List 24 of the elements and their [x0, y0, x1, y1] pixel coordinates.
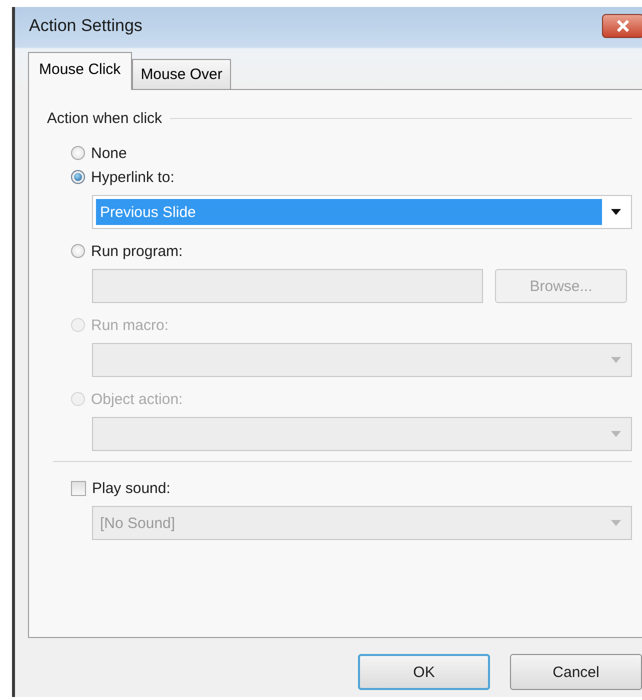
dialog-button[interactable]: Cancel: [510, 654, 642, 690]
radio-button[interactable]: [71, 146, 85, 160]
option-label: Run macro:: [91, 316, 169, 334]
option-label: None: [91, 144, 127, 162]
option-label: Run program:: [91, 242, 183, 260]
group-title: Action when click: [47, 110, 162, 127]
radio-button[interactable]: [71, 170, 85, 184]
option-label: Hyperlink to:: [91, 168, 174, 186]
dropdown-arrow-icon: [610, 520, 622, 526]
option-label: Object action:: [91, 390, 183, 408]
radio-button[interactable]: [71, 244, 85, 258]
option-label: Play sound:: [92, 480, 170, 496]
dropdown-arrow-icon: [610, 356, 622, 364]
close-button[interactable]: [602, 14, 642, 38]
dropdown-arrow-icon: [610, 430, 622, 438]
tab[interactable]: Mouse Click: [28, 52, 132, 90]
dropdown-value: Previous Slide: [100, 204, 196, 220]
dropdown-arrow-icon: [610, 208, 622, 216]
checkbox[interactable]: [71, 480, 86, 496]
dialog-button[interactable]: OK: [358, 654, 490, 690]
tab[interactable]: Mouse Over: [132, 59, 232, 89]
dropdown-value: [No Sound]: [100, 514, 176, 532]
window-title: Action Settings: [29, 16, 142, 36]
close-icon: [616, 20, 630, 32]
